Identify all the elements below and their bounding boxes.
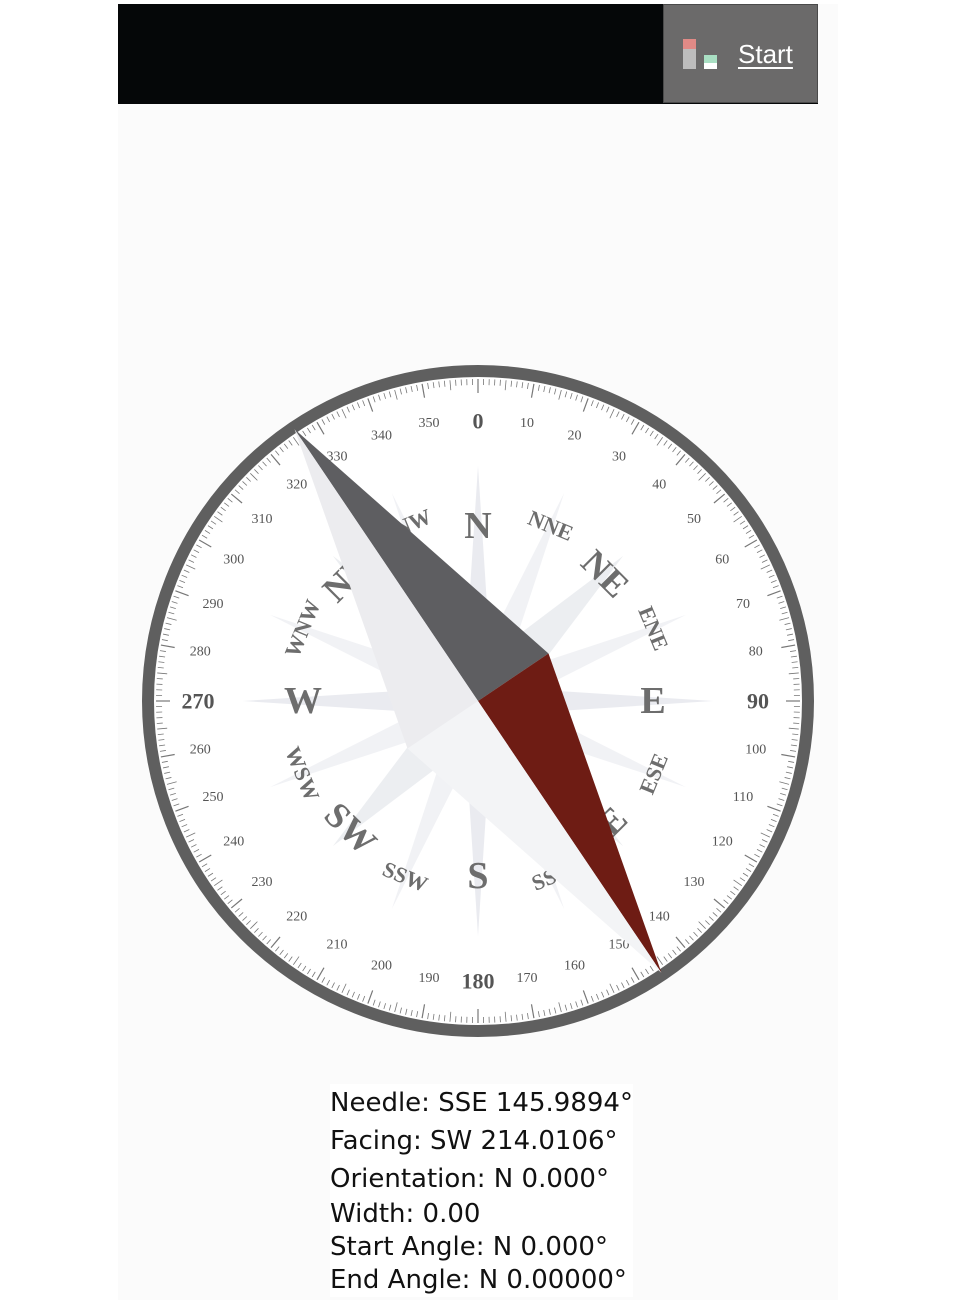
direction-label: N [464, 505, 491, 547]
degree-label: 10 [520, 416, 534, 431]
degree-label: 100 [745, 742, 766, 757]
degree-label: 40 [652, 477, 666, 492]
degree-label: 280 [190, 645, 211, 660]
degree-label: 20 [567, 429, 581, 444]
degree-label: 160 [564, 958, 585, 973]
start-angle-readout: Start Angle: N 0.000° [330, 1231, 633, 1264]
degree-label: 290 [203, 597, 224, 612]
degree-label: 300 [223, 553, 244, 568]
direction-label: W [284, 680, 322, 722]
degree-label: 210 [327, 938, 348, 953]
degree-label: 50 [687, 512, 701, 527]
degree-label-major: 270 [182, 689, 215, 714]
degree-label: 240 [223, 835, 244, 850]
degree-label: 350 [419, 416, 440, 431]
degree-label: 30 [612, 449, 626, 464]
degree-label: 70 [736, 597, 750, 612]
degree-label: 220 [286, 910, 307, 925]
degree-label: 120 [712, 835, 733, 850]
width-readout: Width: 0.00 [330, 1198, 633, 1231]
degree-label: 230 [251, 875, 272, 890]
degree-label: 110 [733, 790, 753, 805]
direction-label: S [467, 855, 488, 897]
degree-label-major: 90 [747, 689, 769, 714]
degree-label-major: 0 [473, 409, 484, 434]
degree-label: 170 [516, 971, 537, 986]
facing-readout: Facing: SW 214.0106° [330, 1122, 633, 1160]
degree-label: 130 [684, 875, 705, 890]
needle-readout: Needle: SSE 145.9894° [330, 1084, 633, 1122]
degree-label: 190 [419, 971, 440, 986]
degree-label: 200 [371, 958, 392, 973]
degree-label: 250 [203, 790, 224, 805]
degree-label: 320 [286, 477, 307, 492]
direction-label: E [640, 680, 665, 722]
degree-label: 260 [190, 742, 211, 757]
compass-app: Start 0 90 180 270 10 20 30 40 50 60 70 80 100 110 120… [118, 4, 838, 1300]
degree-label: 310 [251, 512, 272, 527]
degree-label: 60 [715, 553, 729, 568]
end-angle-readout: End Angle: N 0.00000° [330, 1264, 633, 1297]
degree-label: 80 [749, 645, 763, 660]
degree-label: 140 [649, 910, 670, 925]
orientation-readout: Orientation: N 0.000° [330, 1160, 633, 1198]
degree-label: 340 [371, 429, 392, 444]
readout-panel: Needle: SSE 145.9894° Facing: SW 214.010… [330, 1084, 633, 1297]
degree-label-major: 180 [462, 969, 495, 994]
compass-dial: 0 90 180 270 10 20 30 40 50 60 70 80 100 110 120 130 140… [142, 365, 814, 1037]
